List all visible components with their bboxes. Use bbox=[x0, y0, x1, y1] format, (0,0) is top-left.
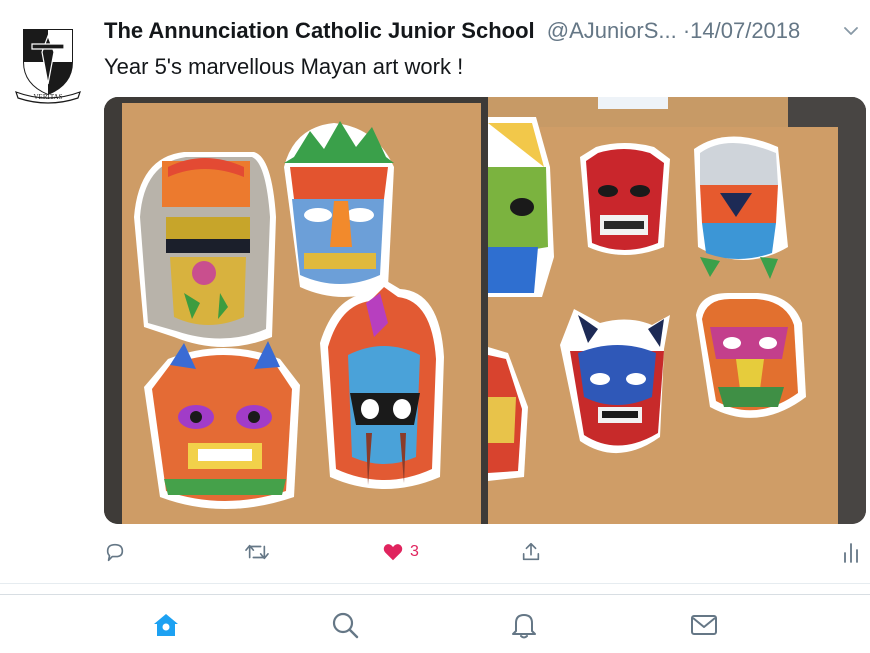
like-button[interactable]: 3 bbox=[382, 536, 419, 568]
tweet-date[interactable]: 14/07/2018 bbox=[690, 18, 800, 43]
svg-text:VERITAS: VERITAS bbox=[34, 93, 63, 101]
media-photo-right[interactable] bbox=[488, 97, 866, 524]
media-photo-left[interactable] bbox=[104, 97, 481, 524]
tweet-actions: 3 bbox=[0, 530, 870, 574]
mask-artwork bbox=[144, 341, 300, 509]
like-count: 3 bbox=[410, 543, 419, 560]
share-icon bbox=[522, 542, 540, 561]
tab-notifications[interactable] bbox=[508, 609, 540, 641]
retweet-icon bbox=[245, 544, 269, 560]
author-avatar[interactable]: VERITAS bbox=[14, 22, 82, 104]
search-icon bbox=[332, 612, 359, 639]
tab-home[interactable] bbox=[150, 609, 182, 641]
share-button[interactable] bbox=[520, 536, 542, 568]
analytics-icon bbox=[844, 543, 858, 563]
chevron-down-icon[interactable] bbox=[844, 26, 858, 36]
mask-artwork bbox=[696, 293, 806, 418]
notifications-icon bbox=[512, 614, 536, 639]
tab-search[interactable] bbox=[329, 609, 361, 641]
messages-icon bbox=[691, 615, 717, 635]
tweet-media[interactable] bbox=[104, 97, 866, 524]
mask-artwork bbox=[134, 152, 276, 347]
author-handle[interactable]: @AJuniorS... bbox=[547, 18, 677, 43]
author-name[interactable]: The Annunciation Catholic Junior School bbox=[104, 18, 535, 43]
retweet-button[interactable] bbox=[244, 536, 270, 568]
tab-messages[interactable] bbox=[688, 609, 720, 641]
analytics-button[interactable] bbox=[842, 536, 860, 568]
school-crest-logo: VERITAS bbox=[15, 29, 81, 104]
heart-icon bbox=[383, 544, 403, 561]
bottom-tab-bar bbox=[0, 594, 870, 653]
reply-icon bbox=[106, 543, 124, 562]
mask-artwork bbox=[580, 143, 670, 255]
reply-button[interactable] bbox=[104, 536, 126, 568]
mask-artwork bbox=[320, 277, 444, 489]
home-icon bbox=[154, 614, 178, 636]
tweet-text: Year 5's marvellous Mayan art work ! bbox=[104, 54, 464, 79]
tweet-divider bbox=[0, 583, 870, 584]
tweet-header: The Annunciation Catholic Junior School … bbox=[104, 16, 858, 50]
mask-artwork bbox=[284, 121, 394, 297]
